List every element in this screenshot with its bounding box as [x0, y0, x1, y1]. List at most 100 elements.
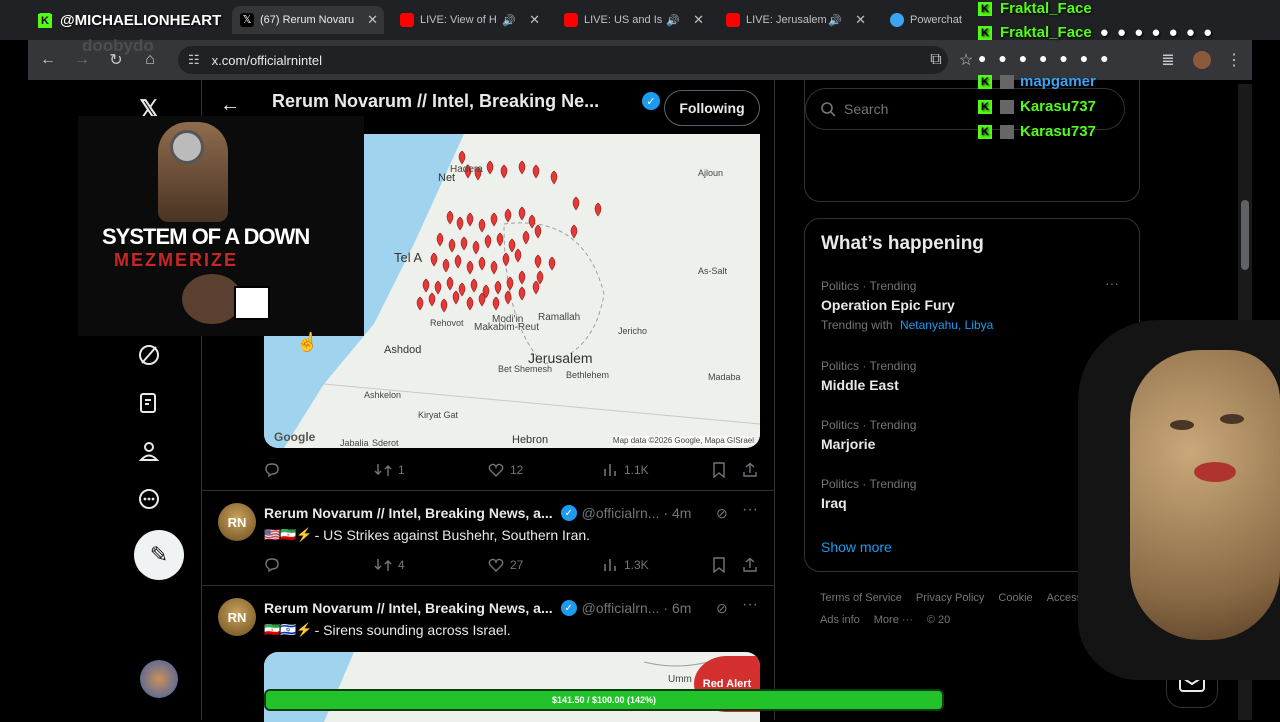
post-text: - US Strikes against Bushehr, Southern I…	[314, 527, 591, 543]
chat-username: Karasu737	[1020, 98, 1096, 115]
chat-message: K Fraktal_Face	[978, 0, 1092, 17]
post-time[interactable]: · 6m	[663, 600, 691, 616]
close-tab-icon[interactable]: ✕	[367, 12, 378, 28]
post-author-name[interactable]: Rerum Novarum // Intel, Breaking News, a…	[264, 600, 553, 616]
site-info-icon[interactable]: ☷	[188, 52, 200, 68]
close-tab-icon[interactable]: ✕	[693, 12, 704, 28]
post-media-image[interactable]: Umm Red Alert	[264, 652, 760, 722]
view-count: 1.3K	[624, 558, 649, 572]
bookmark-star-icon[interactable]: ☆	[952, 46, 980, 74]
feather-plus-icon: ✎	[149, 542, 169, 567]
speaker-icon[interactable]: 🔊	[502, 14, 516, 27]
search-icon	[821, 102, 836, 117]
post-time[interactable]: · 4m	[663, 505, 691, 521]
speaker-icon[interactable]: 🔊	[828, 14, 842, 27]
trending-with-label: Trending with	[821, 318, 893, 332]
verified-badge-icon: ✓	[560, 600, 577, 616]
verified-badge-icon: ✓	[642, 92, 660, 110]
tab-live-us[interactable]: LIVE: US and Is 🔊 ✕	[556, 6, 710, 34]
scrollbar-thumb[interactable]	[1241, 200, 1249, 270]
like-button[interactable]: 27	[488, 557, 523, 573]
youtube-icon	[726, 13, 740, 27]
kick-icon: K	[978, 74, 992, 89]
goal-text: $141.50 / $100.00 (142%)	[551, 695, 657, 705]
chat-username: mapgamer	[1020, 73, 1096, 90]
following-button[interactable]: Following	[664, 90, 760, 126]
footer-link[interactable]: Privacy Policy	[916, 592, 984, 604]
back-arrow-icon[interactable]: ←	[34, 46, 62, 74]
avatar[interactable]: RN	[218, 598, 256, 636]
emote-row-icon: ● ● ● ● ● ● ●	[978, 50, 1113, 66]
like-button[interactable]: 12	[488, 462, 523, 478]
tab-powerchat[interactable]: Powerchat	[882, 6, 982, 34]
tab-live-view[interactable]: LIVE: View of H 🔊 ✕	[392, 6, 546, 34]
reading-list-icon[interactable]: ≣	[1154, 46, 1182, 74]
back-arrow-icon[interactable]: ←	[220, 94, 240, 117]
repost-button[interactable]: 4	[374, 557, 405, 573]
streamer-handle: @MICHAELIONHEART	[60, 12, 222, 29]
album-figure-image	[182, 274, 242, 324]
more-options-icon[interactable]	[136, 486, 162, 512]
account-avatar[interactable]	[140, 660, 178, 698]
post-handle[interactable]: @officialrn...	[582, 600, 660, 616]
like-count: 12	[510, 463, 524, 477]
profile-avatar[interactable]	[1188, 46, 1216, 74]
grok-icon[interactable]	[136, 342, 162, 368]
repost-button[interactable]: 1	[374, 462, 405, 478]
grok-icon[interactable]: ⊘	[716, 600, 728, 617]
footer-link[interactable]: Terms of Service	[820, 592, 902, 604]
menu-kebab-icon[interactable]: ⋮	[1220, 46, 1248, 74]
trend-more-icon[interactable]: ···	[1105, 275, 1119, 291]
flag-emojis: 🇮🇷🇮🇱⚡	[264, 622, 313, 637]
footer-link[interactable]: Cookie	[998, 592, 1032, 604]
reply-button[interactable]	[264, 462, 286, 478]
tab-live-jerusalem[interactable]: LIVE: Jerusalem 🔊 ✕	[718, 6, 872, 34]
grok-icon[interactable]: ⊘	[716, 505, 728, 522]
tab-x[interactable]: 𝕏 (67) Rerum Novaru ✕	[232, 6, 384, 34]
show-more-link[interactable]: Show more	[821, 539, 892, 555]
address-bar[interactable]: ☷ x.com/officialrnintel	[178, 46, 948, 74]
album-subtitle: MEZMERIZE	[114, 250, 238, 270]
bookmark-icon[interactable]	[712, 557, 732, 573]
potato-face-image	[1130, 350, 1280, 640]
parental-advisory-icon	[234, 286, 270, 320]
user-badge-icon	[1000, 74, 1014, 89]
close-tab-icon[interactable]: ✕	[529, 12, 540, 28]
map-label: Ajloun	[698, 168, 724, 178]
post-card[interactable]: RN Rerum Novarum // Intel, Breaking News…	[202, 491, 774, 585]
map-label: Sderot	[372, 438, 399, 448]
footer-link[interactable]: More ···	[874, 614, 913, 626]
post-button[interactable]: ✎	[134, 530, 184, 580]
views-button[interactable]: 1.3K	[602, 557, 649, 573]
trend-category: Politics · Trending	[821, 279, 917, 293]
chat-username: Karasu737	[1020, 123, 1096, 140]
tab-label: LIVE: US and Is	[584, 14, 663, 26]
close-tab-icon[interactable]: ✕	[855, 12, 866, 28]
post-handle[interactable]: @officialrn...	[582, 505, 660, 521]
reply-button[interactable]	[264, 557, 286, 573]
share-icon[interactable]	[742, 557, 764, 573]
streamer-badge: K @MICHAELIONHEART	[38, 12, 221, 29]
speaker-icon[interactable]: 🔊	[666, 14, 680, 27]
map-label: Jericho	[618, 326, 648, 336]
profile-icon[interactable]	[136, 438, 162, 464]
footer-link: © 20	[926, 614, 951, 626]
install-app-icon[interactable]: ⧉	[922, 46, 950, 74]
tab-label: Powerchat	[910, 14, 962, 26]
donation-goal-bar: $141.50 / $100.00 (142%)	[264, 689, 944, 711]
view-count: 1.1K	[624, 463, 649, 477]
flag-emojis: 🇺🇸🇮🇷⚡	[264, 527, 313, 542]
more-menu-icon[interactable]: ···	[742, 596, 758, 614]
profile-name: Rerum Novarum // Intel, Breaking Ne...	[272, 91, 600, 111]
compose-list-icon[interactable]	[136, 390, 162, 416]
map-label: Ashdod	[384, 344, 422, 356]
share-icon[interactable]	[742, 462, 764, 478]
bookmark-icon[interactable]	[712, 462, 732, 478]
kick-icon: K	[978, 124, 992, 139]
trending-with-links[interactable]: Netanyahu, Libya	[900, 318, 993, 332]
views-button[interactable]: 1.1K	[602, 462, 649, 478]
more-menu-icon[interactable]: ···	[742, 501, 758, 519]
post-author-name[interactable]: Rerum Novarum // Intel, Breaking News, a…	[264, 505, 553, 521]
avatar[interactable]: RN	[218, 503, 256, 541]
footer-link[interactable]: Ads info	[820, 614, 860, 626]
